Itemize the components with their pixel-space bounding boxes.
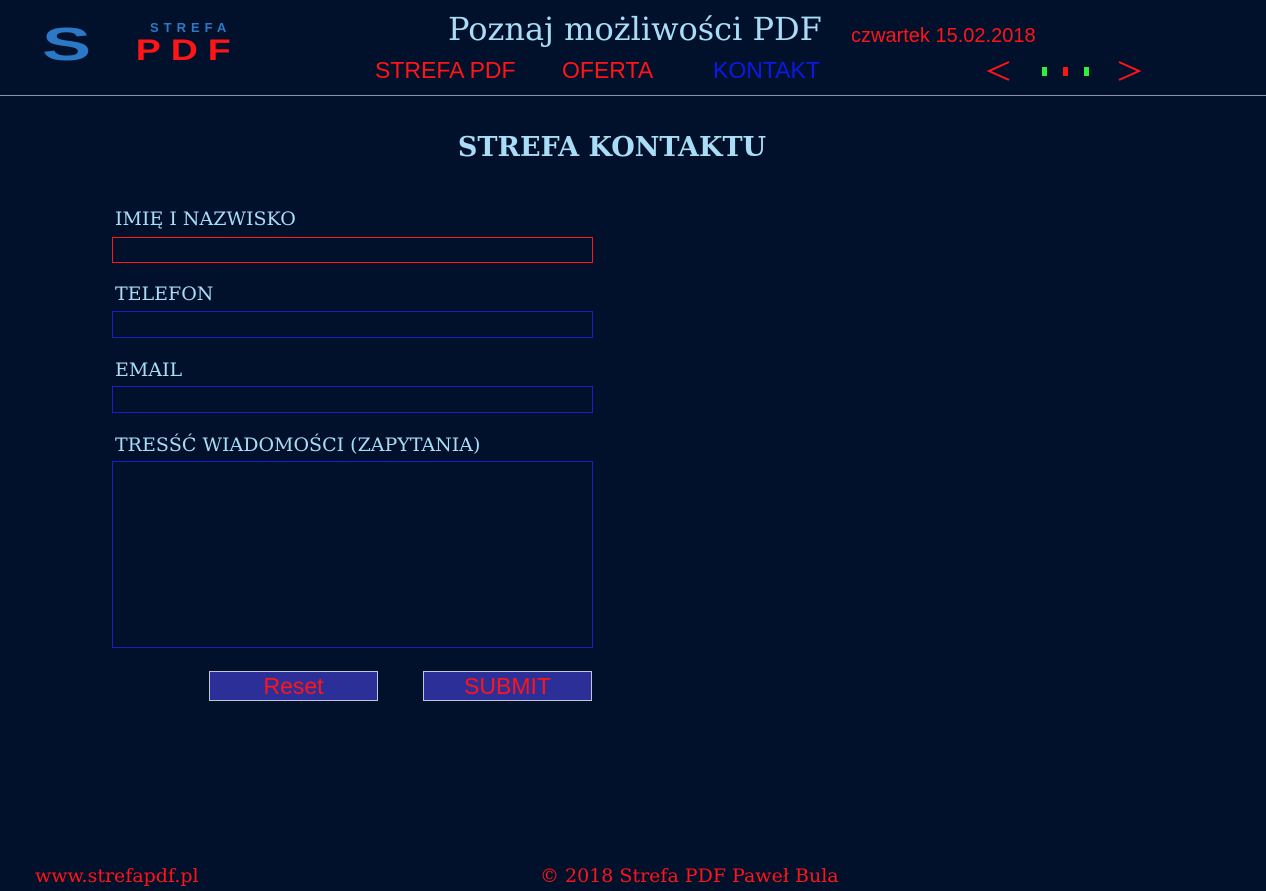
- logo-text-pdf: PDF: [136, 33, 241, 62]
- message-label: TRESŚĆ WIADOMOŚCI (ZAPYTANIA): [115, 434, 481, 456]
- chevron-left-icon[interactable]: [986, 56, 1012, 86]
- phone-label: TELEFON: [115, 283, 214, 305]
- message-textarea[interactable]: [112, 461, 593, 648]
- nav-link-kontakt[interactable]: KONTAKT: [713, 57, 820, 84]
- current-date: czwartek 15.02.2018: [851, 25, 1036, 47]
- email-input[interactable]: [112, 386, 593, 413]
- nav-link-oferta[interactable]: OFERTA: [562, 57, 653, 84]
- phone-input[interactable]: [112, 311, 593, 338]
- name-input[interactable]: [112, 237, 593, 263]
- slider-dot-2[interactable]: [1063, 67, 1068, 76]
- section-title: STREFA KONTAKTU: [457, 132, 767, 163]
- submit-button[interactable]: SUBMIT: [423, 671, 592, 701]
- slider-dot-3[interactable]: [1084, 67, 1089, 76]
- strefa-pdf-logo[interactable]: STREFA S PDF: [42, 20, 258, 62]
- site-title: Poznaj możliwości PDF: [448, 10, 822, 48]
- footer-copyright: © 2018 Strefa PDF Paweł Bula: [540, 865, 839, 887]
- slider-dot-1[interactable]: [1042, 67, 1047, 76]
- reset-button[interactable]: Reset: [209, 671, 378, 701]
- chevron-right-icon[interactable]: [1116, 56, 1142, 86]
- name-label: IMIĘ I NAZWISKO: [115, 208, 296, 230]
- footer-website-link[interactable]: www.strefapdf.pl: [35, 865, 199, 887]
- email-label: EMAIL: [115, 359, 183, 381]
- header-divider: [0, 95, 1266, 96]
- logo-letter-s: S: [42, 20, 91, 62]
- nav-link-strefa-pdf[interactable]: STREFA PDF: [375, 57, 516, 84]
